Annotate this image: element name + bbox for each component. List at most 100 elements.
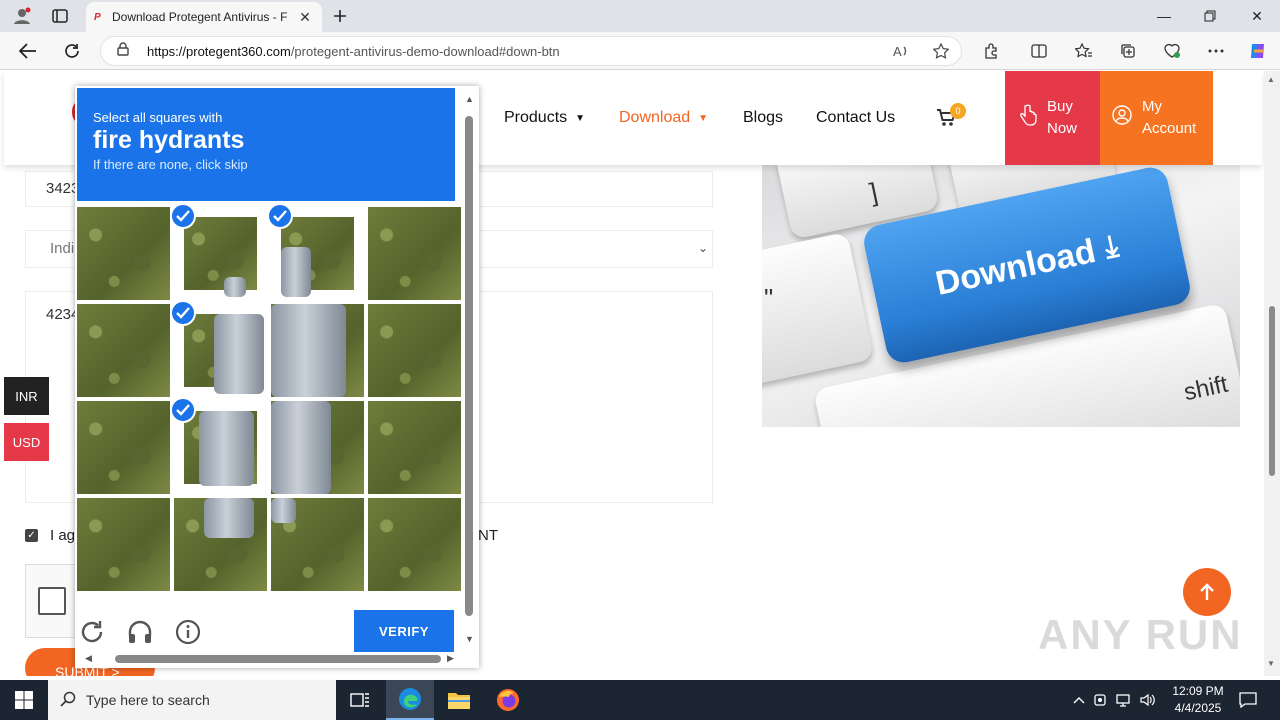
windows-taskbar: Type here to search 12:09 PM 4/4/2025 bbox=[0, 680, 1280, 720]
currency-inr-button[interactable]: INR bbox=[4, 377, 49, 415]
nav-download[interactable]: Download ▼ bbox=[619, 109, 708, 127]
captcha-tile-selected[interactable] bbox=[267, 203, 364, 300]
task-view-icon[interactable] bbox=[336, 680, 384, 720]
selected-check-icon bbox=[170, 203, 196, 229]
captcha-tile[interactable] bbox=[174, 498, 267, 591]
agree-checkbox-row[interactable]: ✓ I ag bbox=[25, 527, 75, 544]
tile-image bbox=[184, 217, 257, 297]
restore-icon[interactable] bbox=[1187, 0, 1233, 32]
my-account-label: My Account bbox=[1142, 96, 1196, 140]
reload-icon[interactable] bbox=[78, 618, 106, 646]
captcha-tile[interactable] bbox=[77, 498, 170, 591]
download-keyboard-image: ] " Download ⤓ shift bbox=[762, 165, 1240, 427]
nav-products[interactable]: Products ▼ bbox=[504, 109, 585, 127]
notifications-icon[interactable] bbox=[1228, 680, 1268, 720]
svg-text:A: A bbox=[893, 44, 902, 58]
performance-icon[interactable] bbox=[1158, 40, 1186, 62]
fire-hydrant-fragment bbox=[281, 247, 311, 297]
captcha-tile[interactable] bbox=[368, 304, 461, 397]
system-tray bbox=[1070, 680, 1160, 720]
network-icon[interactable] bbox=[1112, 693, 1136, 707]
edge-taskbar-icon[interactable] bbox=[386, 680, 434, 720]
read-aloud-icon[interactable]: A bbox=[881, 44, 921, 58]
tile-image bbox=[174, 498, 267, 591]
scroll-right-arrow-icon[interactable]: ▶ bbox=[447, 653, 454, 664]
scroll-up-arrow-icon[interactable]: ▲ bbox=[465, 94, 474, 104]
collections-icon[interactable] bbox=[1114, 40, 1142, 62]
volume-icon[interactable] bbox=[1136, 693, 1160, 707]
nav-blogs[interactable]: Blogs bbox=[743, 109, 783, 127]
clock-time: 12:09 PM bbox=[1172, 684, 1224, 698]
search-placeholder: Type here to search bbox=[86, 692, 210, 708]
scrollbar-thumb[interactable] bbox=[465, 116, 473, 616]
tile-image bbox=[77, 401, 170, 494]
scroll-down-arrow-icon[interactable]: ▼ bbox=[465, 634, 474, 644]
back-icon[interactable] bbox=[14, 38, 42, 64]
captcha-tile[interactable] bbox=[368, 498, 461, 591]
selected-check-icon bbox=[170, 300, 196, 326]
fire-hydrant-fragment bbox=[271, 498, 296, 523]
taskbar-search-box[interactable]: Type here to search bbox=[48, 680, 336, 720]
scroll-left-arrow-icon[interactable]: ◀ bbox=[85, 653, 92, 664]
captcha-footer: VERIFY bbox=[75, 596, 461, 656]
back-to-top-button[interactable] bbox=[1183, 568, 1231, 616]
browser-tab-active[interactable]: P Download Protegent Antivirus - F ✕ bbox=[86, 2, 322, 32]
verify-button[interactable]: VERIFY bbox=[354, 610, 454, 652]
captcha-tile-selected[interactable] bbox=[170, 203, 267, 300]
captcha-tile-selected[interactable] bbox=[170, 397, 267, 494]
tray-chevron-up-icon[interactable] bbox=[1070, 696, 1088, 704]
captcha-horizontal-scrollbar[interactable]: ◀ ▶ bbox=[77, 652, 461, 666]
captcha-tile[interactable] bbox=[368, 207, 461, 300]
profile-icon[interactable] bbox=[8, 4, 36, 28]
taskbar-clock[interactable]: 12:09 PM 4/4/2025 bbox=[1160, 683, 1236, 717]
firefox-icon[interactable] bbox=[484, 680, 532, 720]
captcha-target: fire hydrants bbox=[93, 126, 245, 154]
minimize-icon[interactable]: — bbox=[1141, 0, 1187, 32]
page-scrollbar[interactable]: ▲ ▼ bbox=[1264, 71, 1280, 676]
favorite-star-icon[interactable] bbox=[921, 43, 961, 59]
favorites-icon[interactable] bbox=[1070, 40, 1098, 62]
windows-start-icon[interactable] bbox=[0, 680, 48, 720]
meet-now-icon[interactable] bbox=[1088, 693, 1112, 707]
captcha-tile-selected[interactable] bbox=[170, 300, 267, 397]
address-bar[interactable]: https://protegent360.com/protegent-antiv… bbox=[100, 36, 962, 66]
account-line1: My bbox=[1142, 98, 1162, 115]
captcha-tile[interactable] bbox=[77, 304, 170, 397]
more-options-icon[interactable] bbox=[1202, 40, 1230, 62]
scroll-down-arrow-icon[interactable]: ▼ bbox=[1267, 659, 1275, 668]
tab-title: Download Protegent Antivirus - F bbox=[112, 10, 288, 24]
tile-image bbox=[368, 207, 461, 300]
extensions-icon[interactable] bbox=[977, 40, 1005, 62]
close-tab-icon[interactable]: ✕ bbox=[296, 9, 314, 26]
close-window-icon[interactable]: ✕ bbox=[1234, 0, 1280, 32]
captcha-tile[interactable] bbox=[271, 304, 364, 397]
audio-challenge-icon[interactable] bbox=[126, 618, 154, 646]
nav-contact[interactable]: Contact Us bbox=[816, 109, 895, 127]
scrollbar-thumb[interactable] bbox=[115, 655, 441, 663]
file-explorer-icon[interactable] bbox=[435, 680, 483, 720]
tile-image bbox=[184, 411, 257, 486]
scrollbar-thumb[interactable] bbox=[1269, 306, 1275, 476]
scroll-up-arrow-icon[interactable]: ▲ bbox=[1267, 75, 1275, 84]
captcha-tile[interactable] bbox=[271, 498, 364, 591]
checkbox-checked-icon[interactable]: ✓ bbox=[25, 529, 38, 542]
my-account-button[interactable]: My Account bbox=[1100, 71, 1213, 165]
currency-usd-button[interactable]: USD bbox=[4, 423, 49, 461]
captcha-scrollbar[interactable]: ▲ ▼ bbox=[461, 88, 477, 648]
tab-actions-icon[interactable] bbox=[46, 4, 74, 28]
captcha-instructions: Select all squares with fire hydrants If… bbox=[77, 88, 455, 201]
split-screen-icon[interactable] bbox=[1025, 40, 1053, 62]
captcha-tile[interactable] bbox=[77, 207, 170, 300]
pointer-hand-icon bbox=[1019, 104, 1037, 133]
fire-hydrant-fragment bbox=[271, 401, 331, 494]
captcha-tile[interactable] bbox=[271, 401, 364, 494]
info-icon[interactable] bbox=[174, 618, 202, 646]
copilot-icon[interactable] bbox=[1244, 40, 1272, 62]
captcha-square[interactable] bbox=[38, 587, 66, 615]
captcha-tile[interactable] bbox=[77, 401, 170, 494]
new-tab-icon[interactable] bbox=[326, 4, 354, 28]
lock-icon[interactable] bbox=[117, 41, 147, 61]
buy-now-button[interactable]: Buy Now bbox=[1005, 71, 1100, 165]
refresh-icon[interactable] bbox=[58, 38, 86, 64]
captcha-tile[interactable] bbox=[368, 401, 461, 494]
